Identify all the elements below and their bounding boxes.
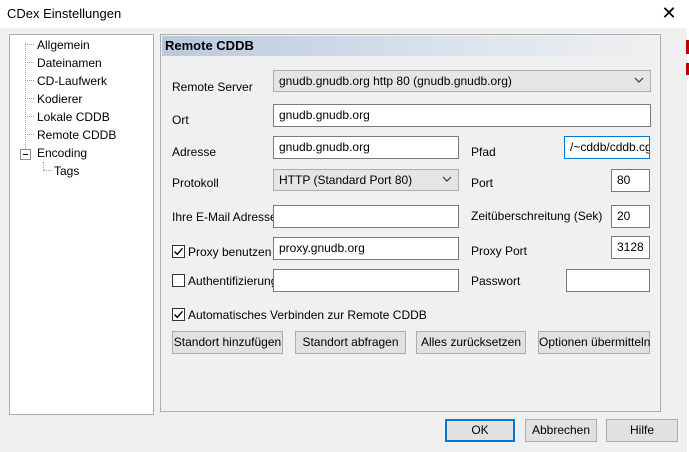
close-icon[interactable]: ✕ — [659, 4, 679, 24]
proxy-port-field[interactable]: 3128 — [611, 236, 650, 259]
remote-server-select[interactable]: gnudb.gnudb.org http 80 (gnudb.gnudb.org… — [273, 70, 651, 92]
port-label: Port — [471, 176, 494, 190]
ok-button[interactable]: OK — [445, 419, 515, 442]
pfad-field[interactable]: /~cddb/cddb.cg — [564, 136, 650, 159]
settings-tree[interactable]: Allgemein Dateinamen CD-Laufwerk Kodiere… — [9, 34, 154, 415]
chevron-down-icon — [634, 77, 644, 83]
auto-connect-checkbox[interactable] — [172, 308, 185, 321]
panel-header: Remote CDDB — [162, 36, 659, 56]
auth-checkbox[interactable] — [172, 274, 185, 287]
tree-item-encoding[interactable]: Encoding — [35, 145, 89, 161]
submit-options-button[interactable]: Optionen übermitteln — [538, 331, 650, 354]
proxy-checkbox[interactable] — [172, 245, 185, 258]
tree-connector — [43, 170, 51, 171]
tree-connector — [25, 44, 34, 45]
ort-field[interactable]: gnudb.gnudb.org — [273, 104, 651, 127]
timeout-field[interactable]: 20 — [611, 205, 650, 228]
tree-item-allgemein[interactable]: Allgemein — [35, 37, 92, 53]
auth-label: Authentifizierung — [188, 274, 278, 288]
auto-connect-label: Automatisches Verbinden zur Remote CDDB — [188, 308, 427, 322]
tree-item-dateinamen[interactable]: Dateinamen — [35, 55, 104, 71]
tree-connector — [25, 43, 26, 155]
passwort-field[interactable] — [566, 269, 650, 292]
tree-item-remote-cddb[interactable]: Remote CDDB — [35, 127, 118, 143]
query-location-button[interactable]: Standort abfragen — [295, 331, 406, 354]
email-label: Ihre E-Mail Adresse — [172, 210, 277, 224]
protokoll-value: HTTP (Standard Port 80) — [279, 173, 413, 187]
tree-connector — [43, 162, 44, 170]
protokoll-label: Protokoll — [172, 176, 219, 190]
adresse-label: Adresse — [172, 145, 217, 159]
remote-server-value: gnudb.gnudb.org http 80 (gnudb.gnudb.org… — [279, 74, 512, 88]
tree-item-cd-laufwerk[interactable]: CD-Laufwerk — [35, 73, 109, 89]
tree-connector — [25, 62, 34, 63]
proxy-port-label: Proxy Port — [471, 244, 528, 258]
protokoll-select[interactable]: HTTP (Standard Port 80) — [273, 169, 459, 191]
help-button[interactable]: Hilfe — [606, 419, 678, 442]
checkmark-icon — [174, 310, 184, 319]
chevron-down-icon — [442, 176, 452, 182]
proxy-field[interactable]: proxy.gnudb.org — [273, 237, 459, 260]
pfad-label: Pfad — [471, 145, 496, 159]
tree-connector — [25, 80, 34, 81]
adresse-field[interactable]: gnudb.gnudb.org — [273, 136, 459, 159]
proxy-label: Proxy benutzen — [188, 245, 272, 259]
tree-connector — [25, 134, 34, 135]
remote-server-label: Remote Server — [172, 80, 253, 94]
email-field[interactable] — [273, 205, 459, 228]
port-field[interactable]: 80 — [611, 169, 650, 192]
panel-title: Remote CDDB — [165, 38, 254, 53]
cancel-button[interactable]: Abbrechen — [525, 419, 597, 442]
title-bar: CDex Einstellungen ✕ — [0, 0, 689, 28]
tree-item-lokale-cddb[interactable]: Lokale CDDB — [35, 109, 112, 125]
passwort-label: Passwort — [471, 274, 521, 288]
tree-item-tags[interactable]: Tags — [52, 163, 81, 179]
add-location-button[interactable]: Standort hinzufügen — [172, 331, 283, 354]
auth-field[interactable] — [273, 269, 459, 292]
ort-label: Ort — [172, 113, 189, 127]
checkmark-icon — [174, 247, 184, 256]
tree-item-kodierer[interactable]: Kodierer — [35, 91, 84, 107]
window-title: CDex Einstellungen — [7, 6, 122, 21]
reset-all-button[interactable]: Alles zurücksetzen — [416, 331, 526, 354]
tree-connector — [25, 98, 34, 99]
tree-connector — [25, 116, 34, 117]
timeout-label: Zeitüberschreitung (Sek) — [471, 209, 603, 223]
collapse-icon[interactable] — [20, 149, 31, 160]
